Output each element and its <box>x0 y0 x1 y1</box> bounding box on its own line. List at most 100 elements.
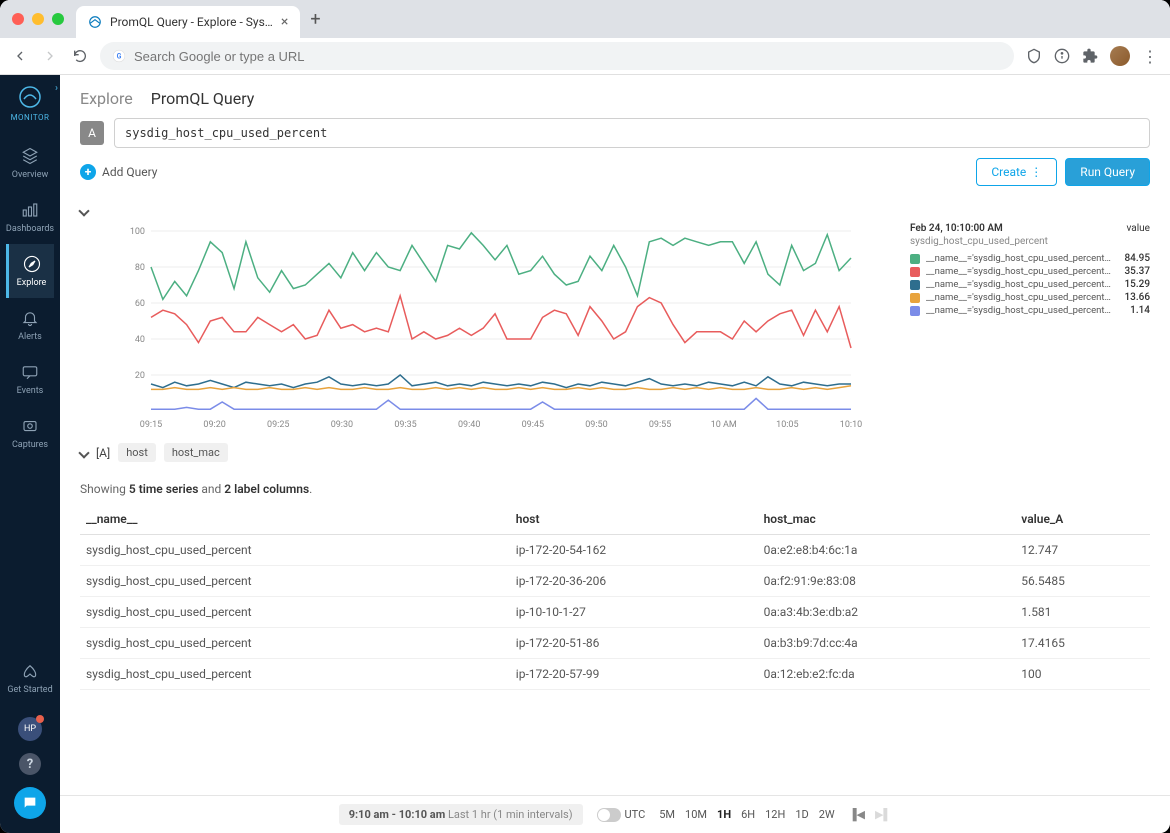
chart-icon <box>20 200 40 220</box>
range-option-6h[interactable]: 6H <box>741 808 755 821</box>
column-header[interactable]: host_mac <box>758 504 1016 535</box>
range-option-10m[interactable]: 10M <box>685 808 707 821</box>
info-icon[interactable] <box>1054 48 1070 64</box>
sidebar-item-label: Explore <box>17 278 47 288</box>
svg-text:09:20: 09:20 <box>203 420 225 430</box>
table-row[interactable]: sysdig_host_cpu_used_percentip-172-20-57… <box>80 659 1150 690</box>
time-footer: 9:10 am - 10:10 am Last 1 hr (1 min inte… <box>60 795 1170 833</box>
legend-series-value: 84.95 <box>1118 253 1150 264</box>
svg-text:09:25: 09:25 <box>267 420 289 430</box>
sidebar-item-overview[interactable]: Overview <box>6 136 54 190</box>
sidebar-item-label: Events <box>17 386 44 396</box>
run-query-button[interactable]: Run Query <box>1065 158 1150 186</box>
chart-canvas[interactable]: 2040608010009:1509:2009:2509:3009:3509:4… <box>80 223 898 433</box>
query-section: A + Add Query Create ⋮ Run Query <box>60 118 1170 196</box>
extensions-icon[interactable] <box>1082 48 1098 64</box>
utc-toggle[interactable]: UTC <box>597 808 646 822</box>
column-header[interactable]: value_A <box>1015 504 1150 535</box>
sidebar-item-events[interactable]: Events <box>6 352 54 406</box>
tab-favicon-icon <box>88 15 102 29</box>
legend-series-value: 35.37 <box>1118 266 1150 277</box>
range-option-1h[interactable]: 1H <box>717 808 731 821</box>
close-window-button[interactable] <box>12 13 24 25</box>
address-bar-row: G ⋮ <box>0 38 1170 74</box>
browser-menu-icon[interactable]: ⋮ <box>1142 47 1158 66</box>
toggle-switch-icon <box>597 808 621 822</box>
address-bar[interactable]: G <box>100 42 1014 70</box>
line-chart: 2040608010009:1509:2009:2509:3009:3509:4… <box>80 223 898 433</box>
extension-icons: ⋮ <box>1026 46 1158 66</box>
legend-row[interactable]: __name__='sysdig_host_cpu_used_percent',… <box>910 266 1150 277</box>
sidebar-collapse-icon[interactable]: › <box>55 83 58 94</box>
range-option-12h[interactable]: 12H <box>765 808 785 821</box>
svg-text:09:15: 09:15 <box>140 420 162 430</box>
legend-row[interactable]: __name__='sysdig_host_cpu_used_percent',… <box>910 292 1150 303</box>
compass-icon <box>22 254 42 274</box>
query-row: A <box>80 118 1150 148</box>
range-option-2w[interactable]: 2W <box>819 808 835 821</box>
table-cell: 12.747 <box>1015 535 1150 566</box>
column-header[interactable]: host <box>510 504 758 535</box>
create-button[interactable]: Create ⋮ <box>976 158 1057 186</box>
minimize-window-button[interactable] <box>32 13 44 25</box>
browser-tab[interactable]: PromQL Query - Explore - Sys… × <box>76 6 300 38</box>
range-option-5m[interactable]: 5M <box>659 808 675 821</box>
legend-row[interactable]: __name__='sysdig_host_cpu_used_percent',… <box>910 253 1150 264</box>
table-row[interactable]: sysdig_host_cpu_used_percentip-10-10-1-2… <box>80 597 1150 628</box>
add-query-button[interactable]: + Add Query <box>80 164 157 180</box>
label-tag[interactable]: host_mac <box>164 443 228 462</box>
breadcrumb-section[interactable]: Explore <box>80 89 133 108</box>
sidebar-item-get-started[interactable]: Get Started <box>0 651 60 705</box>
series-letter-label: [A] <box>96 446 110 460</box>
user-avatar[interactable]: HP <box>18 717 42 741</box>
range-options: 5M 10M 1H 6H 12H 1D 2W <box>659 808 834 821</box>
svg-text:09:50: 09:50 <box>585 420 607 430</box>
brand-logo-icon <box>18 85 42 109</box>
legend-swatch <box>910 254 920 264</box>
nav-arrows <box>12 48 88 64</box>
plus-icon: + <box>80 164 96 180</box>
svg-text:80: 80 <box>135 263 145 273</box>
labels-collapse-icon[interactable] <box>78 447 89 458</box>
help-icon[interactable]: ? <box>19 753 41 775</box>
dropdown-icon: ⋮ <box>1030 165 1042 179</box>
brand-name: MONITOR <box>11 113 50 122</box>
legend-swatch <box>910 293 920 303</box>
profile-avatar[interactable] <box>1110 46 1130 66</box>
sidebar-item-captures[interactable]: Captures <box>6 406 54 460</box>
label-tag[interactable]: host <box>118 443 156 462</box>
shield-icon[interactable] <box>1026 48 1042 64</box>
new-tab-button[interactable]: + <box>300 9 330 30</box>
table-cell: 17.4165 <box>1015 628 1150 659</box>
range-option-1d[interactable]: 1D <box>795 808 808 821</box>
chat-button[interactable] <box>14 787 46 819</box>
table-cell: sysdig_host_cpu_used_percent <box>80 659 510 690</box>
query-input[interactable] <box>114 118 1150 148</box>
legend-row[interactable]: __name__='sysdig_host_cpu_used_percent',… <box>910 305 1150 316</box>
legend-row[interactable]: __name__='sysdig_host_cpu_used_percent',… <box>910 279 1150 290</box>
page-title: PromQL Query <box>151 89 255 108</box>
pager-next-icon[interactable]: ▶▌ <box>875 808 891 821</box>
window-controls <box>12 13 64 25</box>
sidebar-item-dashboards[interactable]: Dashboards <box>6 190 54 244</box>
table-row[interactable]: sysdig_host_cpu_used_percentip-172-20-54… <box>80 535 1150 566</box>
reload-icon[interactable] <box>72 48 88 64</box>
column-header[interactable]: __name__ <box>80 504 510 535</box>
chart-collapse-toggle[interactable] <box>80 196 1150 223</box>
sidebar-item-label: Captures <box>12 440 48 450</box>
address-input[interactable] <box>134 49 1002 64</box>
svg-text:09:30: 09:30 <box>331 420 353 430</box>
time-range-display[interactable]: 9:10 am - 10:10 am Last 1 hr (1 min inte… <box>339 804 583 825</box>
close-tab-icon[interactable]: × <box>281 14 288 30</box>
forward-icon[interactable] <box>42 48 58 64</box>
table-cell: sysdig_host_cpu_used_percent <box>80 597 510 628</box>
table-row[interactable]: sysdig_host_cpu_used_percentip-172-20-36… <box>80 566 1150 597</box>
table-row[interactable]: sysdig_host_cpu_used_percentip-172-20-51… <box>80 628 1150 659</box>
maximize-window-button[interactable] <box>52 13 64 25</box>
sidebar-item-alerts[interactable]: Alerts <box>6 298 54 352</box>
results-table: __name__hosthost_macvalue_A sysdig_host_… <box>80 504 1150 690</box>
pager-first-icon[interactable]: ▐◀ <box>849 808 865 821</box>
sidebar-item-explore[interactable]: Explore <box>6 244 54 298</box>
back-icon[interactable] <box>12 48 28 64</box>
table-cell: 100 <box>1015 659 1150 690</box>
